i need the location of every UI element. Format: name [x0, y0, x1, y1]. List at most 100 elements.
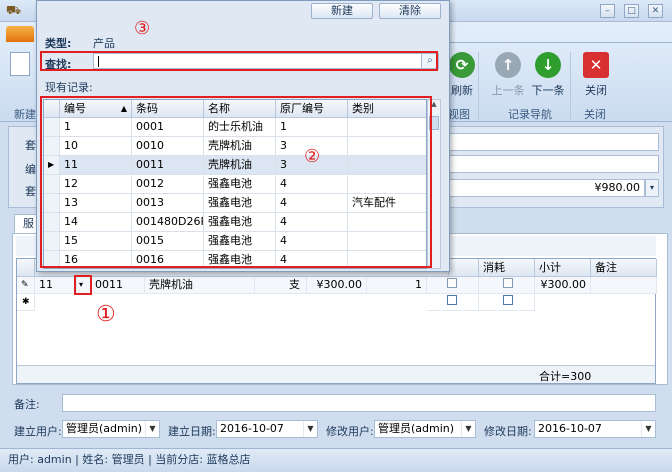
cell-cat[interactable] — [348, 251, 426, 268]
cell-cat[interactable] — [348, 156, 426, 175]
table-row[interactable]: 15 0015 强鑫电池 4 — [44, 232, 426, 251]
records-header-code[interactable]: 条码 — [132, 100, 204, 118]
row-name-cell[interactable]: 壳牌机油 — [145, 277, 255, 294]
row-dropdown-button[interactable]: ▾ — [77, 277, 91, 294]
cell-cat[interactable]: 汽车配件 — [348, 194, 426, 213]
cell-name[interactable]: 强鑫电池 — [204, 213, 276, 232]
cell-oem[interactable]: 1 — [276, 118, 348, 137]
note-label: 备注: — [14, 398, 40, 411]
cell-no[interactable]: 15 — [60, 232, 132, 251]
cell-name[interactable]: 壳牌机油 — [204, 137, 276, 156]
table-row[interactable]: 16 0016 强鑫电池 4 — [44, 251, 426, 268]
table-row[interactable]: 10 0010 壳牌机油 3 — [44, 137, 426, 156]
cell-no[interactable]: 16 — [60, 251, 132, 268]
cell-cat[interactable] — [348, 175, 426, 194]
modifier-combo[interactable]: 管理员(admin) ▼ — [374, 420, 476, 438]
cell-code[interactable]: 0001 — [132, 118, 204, 137]
search-input[interactable] — [93, 53, 439, 69]
cell-cat[interactable] — [348, 232, 426, 251]
grid-header-remark[interactable]: 备注 — [591, 259, 657, 277]
new-row-check-b[interactable] — [479, 294, 535, 311]
records-scrollbar[interactable]: ▲ — [427, 99, 441, 269]
row-check-a[interactable] — [427, 277, 479, 294]
cell-code[interactable]: 0011 — [132, 156, 204, 175]
cell-code[interactable]: 0010 — [132, 137, 204, 156]
search-icon[interactable]: ⌕ — [421, 54, 438, 68]
cell-name[interactable]: 强鑫电池 — [204, 175, 276, 194]
scroll-up-icon[interactable]: ▲ — [428, 100, 440, 108]
table-row[interactable]: 12 0012 强鑫电池 4 — [44, 175, 426, 194]
cell-name[interactable]: 强鑫电池 — [204, 194, 276, 213]
cell-name[interactable]: 壳牌机油 — [204, 156, 276, 175]
app-icon: ⛟ — [6, 3, 22, 17]
cell-no[interactable]: 10 — [60, 137, 132, 156]
price-field[interactable]: ¥980.00 — [449, 179, 645, 197]
records-header-no[interactable]: 编号 ▲ — [60, 100, 132, 118]
cell-oem[interactable]: 4 — [276, 251, 348, 268]
table-row[interactable]: 1 0001 的士乐机油 1 — [44, 118, 426, 137]
scroll-thumb[interactable] — [429, 116, 439, 130]
row-unit-cell[interactable]: 支 — [255, 277, 307, 294]
table-row[interactable]: 14 001480D26R 强鑫电池 4 — [44, 213, 426, 232]
row-price-cell[interactable]: ¥300.00 — [307, 277, 367, 294]
cell-name[interactable]: 强鑫电池 — [204, 251, 276, 268]
cell-code[interactable]: 0012 — [132, 175, 204, 194]
created-date[interactable]: 2016-10-07 ▼ — [216, 420, 318, 438]
note-field[interactable] — [62, 394, 656, 412]
prev-record-button[interactable]: ↑ 上一条 — [486, 52, 530, 98]
row-remark-cell[interactable] — [591, 277, 657, 294]
cell-oem[interactable]: 4 — [276, 232, 348, 251]
grid-header-consume[interactable]: 消耗 — [479, 259, 535, 277]
price-spin-icon[interactable]: ▾ — [645, 179, 659, 197]
cell-oem[interactable]: 4 — [276, 175, 348, 194]
cell-cat[interactable] — [348, 118, 426, 137]
new-record-icon[interactable] — [10, 52, 30, 76]
table-row[interactable]: ✎ 11 ▾ 0011 壳牌机油 支 ¥300.00 1 ¥300.00 — [17, 277, 657, 294]
minimize-button[interactable]: – — [600, 4, 615, 18]
creator-combo[interactable]: 管理员(admin) ▼ — [62, 420, 160, 438]
cell-cat[interactable] — [348, 213, 426, 232]
next-record-button[interactable]: ↓ 下一条 — [526, 52, 570, 98]
records-header-category[interactable]: 类别 — [348, 100, 426, 118]
new-row-check-a[interactable] — [427, 294, 479, 311]
records-header-name[interactable]: 名称 — [204, 100, 276, 118]
grid-header-subtotal[interactable]: 小计 — [535, 259, 591, 277]
cell-name[interactable]: 强鑫电池 — [204, 232, 276, 251]
cell-code[interactable]: 0013 — [132, 194, 204, 213]
row-no-cell[interactable]: 11 — [35, 277, 77, 294]
cell-no[interactable]: 1 — [60, 118, 132, 137]
window-close-button[interactable]: ✕ — [648, 4, 663, 18]
form-label-2: 编 — [25, 163, 36, 176]
row-qty-cell[interactable]: 1 — [367, 277, 427, 294]
cell-no[interactable]: 13 — [60, 194, 132, 213]
row-subtotal-cell[interactable]: ¥300.00 — [535, 277, 591, 294]
cell-oem[interactable]: 4 — [276, 213, 348, 232]
cell-no[interactable]: 11 — [60, 156, 132, 175]
cell-code[interactable]: 0015 — [132, 232, 204, 251]
close-button[interactable]: ✕ 关闭 — [574, 52, 618, 98]
form-field-mid[interactable] — [449, 155, 659, 173]
row-indicator — [44, 213, 60, 232]
table-row[interactable]: 13 0013 强鑫电池 4 汽车配件 — [44, 194, 426, 213]
cell-no[interactable]: 12 — [60, 175, 132, 194]
annotation-two: ② — [304, 146, 321, 167]
cell-code[interactable]: 0016 — [132, 251, 204, 268]
cell-code[interactable]: 001480D26R — [132, 213, 204, 232]
app-menu-button[interactable] — [6, 26, 34, 42]
popup-clear-button[interactable]: 清除 — [379, 3, 441, 19]
row-consume-check[interactable] — [479, 277, 535, 294]
chevron-down-icon: ▼ — [303, 421, 317, 437]
modified-date[interactable]: 2016-10-07 ▼ — [534, 420, 656, 438]
cell-name[interactable]: 的士乐机油 — [204, 118, 276, 137]
popup-new-button[interactable]: 新建 — [311, 3, 373, 19]
cell-cat[interactable] — [348, 137, 426, 156]
chevron-down-icon: ▼ — [461, 421, 475, 437]
close-icon: ✕ — [583, 52, 609, 78]
row-code-cell[interactable]: 0011 — [91, 277, 145, 294]
records-header-oem[interactable]: 原厂编号 — [276, 100, 348, 118]
maximize-button[interactable]: □ — [624, 4, 639, 18]
form-field-top[interactable] — [449, 133, 659, 151]
table-row[interactable]: ▶ 11 0011 壳牌机油 3 — [44, 156, 426, 175]
cell-no[interactable]: 14 — [60, 213, 132, 232]
cell-oem[interactable]: 4 — [276, 194, 348, 213]
